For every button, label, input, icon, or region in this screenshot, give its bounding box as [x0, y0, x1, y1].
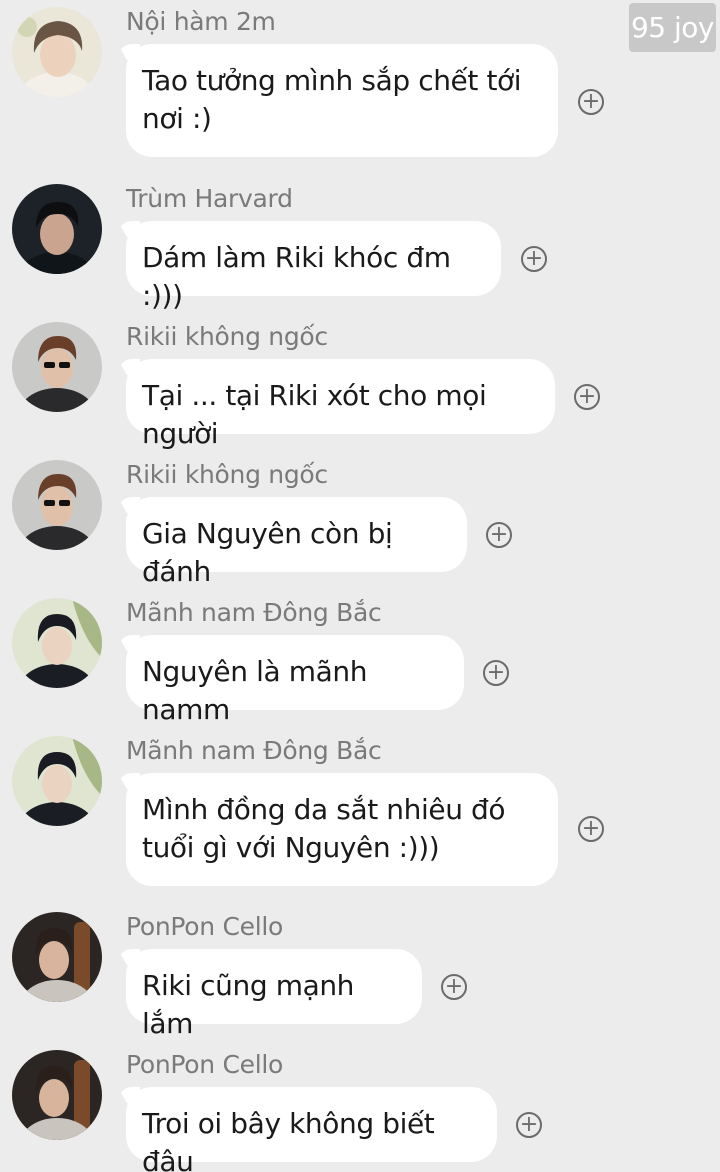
add-reaction-icon[interactable]: + [578, 816, 604, 842]
message-bubble[interactable]: Troi oi bây không biết đâu [126, 1087, 497, 1172]
sender-name: PonPon Cello [126, 912, 284, 941]
add-reaction-icon[interactable]: + [521, 246, 547, 272]
avatar[interactable] [12, 322, 102, 412]
watermark: 95 joy [629, 3, 716, 52]
message-bubble[interactable]: Riki cũng mạnh lắm [126, 949, 422, 1040]
sender-name: PonPon Cello [126, 1050, 284, 1079]
add-reaction-icon[interactable]: + [516, 1112, 542, 1138]
avatar[interactable] [12, 184, 102, 274]
message-bubble[interactable]: Nguyên là mãnh namm [126, 635, 464, 726]
add-reaction-icon[interactable]: + [578, 89, 604, 115]
message-bubble[interactable]: Tại ... tại Riki xót cho mọi người [126, 359, 555, 450]
avatar[interactable] [12, 460, 102, 550]
avatar[interactable] [12, 1050, 102, 1140]
sender-name: Mãnh nam Đông Bắc [126, 598, 382, 627]
avatar[interactable] [12, 912, 102, 1002]
sender-name: Nội hàm 2m [126, 7, 276, 36]
add-reaction-icon[interactable]: + [574, 384, 600, 410]
message-bubble[interactable]: Dám làm Riki khóc đm :))) [126, 221, 501, 312]
sender-name: Trùm Harvard [126, 184, 293, 213]
sender-name: Rikii không ngốc [126, 460, 328, 489]
add-reaction-icon[interactable]: + [441, 974, 467, 1000]
chat-screen: 95 joy Nội hàm 2m Tao tưởng mình sắp chế… [0, 0, 720, 1172]
avatar[interactable] [12, 598, 102, 688]
avatar[interactable] [12, 736, 102, 826]
add-reaction-icon[interactable]: + [486, 522, 512, 548]
message-bubble[interactable]: Tao tưởng mình sắp chết tới nơi :) [126, 44, 558, 157]
avatar[interactable] [12, 7, 102, 97]
message-bubble[interactable]: Gia Nguyên còn bị đánh [126, 497, 467, 588]
sender-name: Rikii không ngốc [126, 322, 328, 351]
add-reaction-icon[interactable]: + [483, 660, 509, 686]
sender-name: Mãnh nam Đông Bắc [126, 736, 382, 765]
message-bubble[interactable]: Mình đồng da sắt nhiêu đó tuổi gì với Ng… [126, 773, 558, 886]
